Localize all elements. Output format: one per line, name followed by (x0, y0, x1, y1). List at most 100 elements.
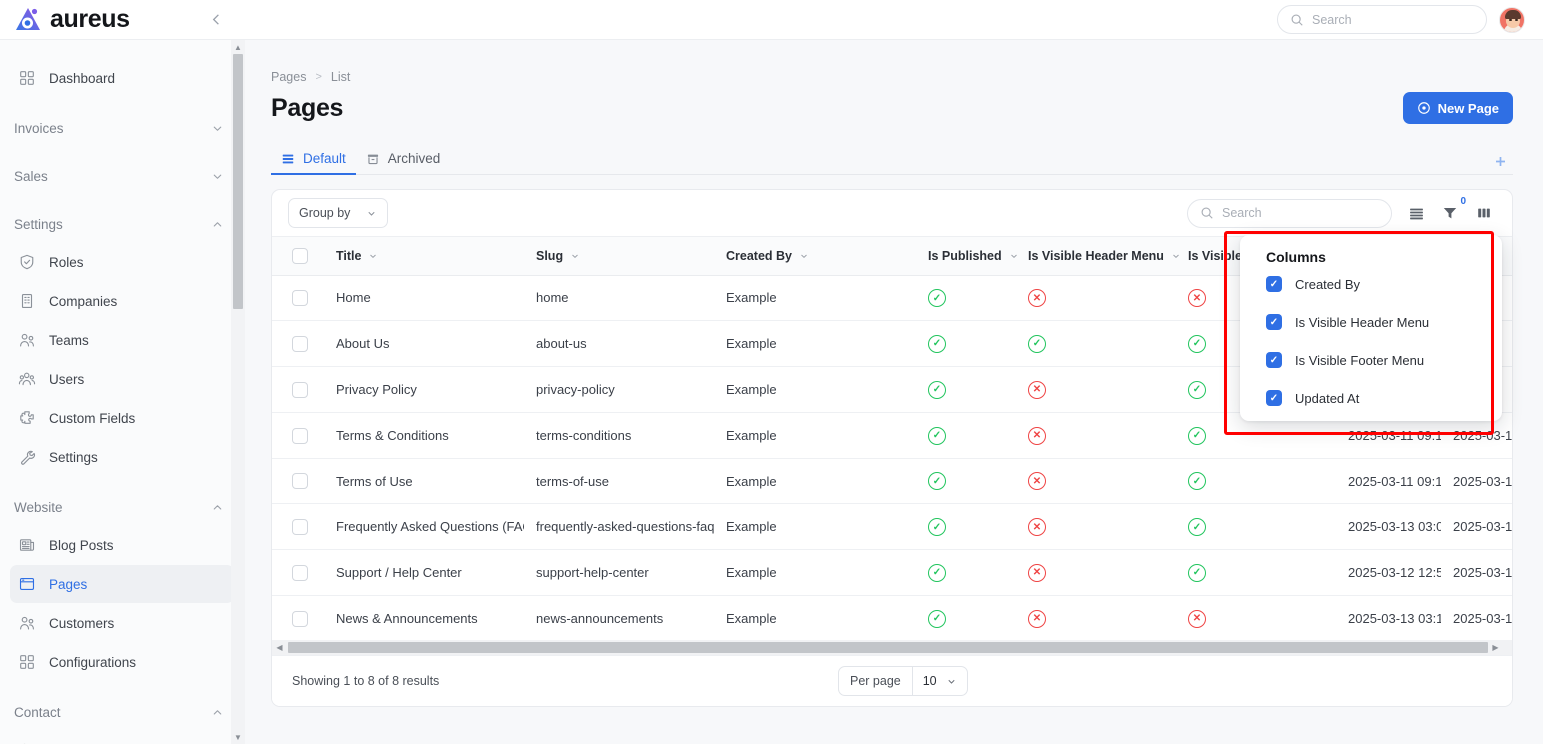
cell-is-published: ✓ (916, 458, 1016, 505)
group-by-dropdown[interactable]: Group by (288, 198, 389, 228)
scroll-down-arrow-icon[interactable]: ▼ (231, 730, 245, 744)
columns-button[interactable] (1474, 203, 1494, 223)
sidebar-item-contacts[interactable]: Contacts (10, 731, 234, 744)
sidebar-group-contact[interactable]: Contact (0, 694, 244, 730)
tab-default[interactable]: Default (271, 143, 356, 175)
columns-option-checkbox[interactable]: ✓ (1266, 390, 1282, 406)
chevron-up-icon (211, 501, 224, 514)
columns-option-checkbox[interactable]: ✓ (1266, 314, 1282, 330)
columns-option-checkbox[interactable]: ✓ (1266, 276, 1282, 292)
new-page-button[interactable]: New Page (1402, 92, 1513, 124)
add-tab-button[interactable] (1487, 148, 1513, 174)
sidebar-item-customers[interactable]: Customers (10, 604, 234, 642)
sidebar-item-label: Settings (49, 449, 98, 465)
cell-title: Frequently Asked Questions (FAQ) (324, 503, 524, 551)
th-title-label: Title (336, 248, 362, 263)
columns-dropdown-panel[interactable]: Columns ✓ Created By ✓ Is Visible Header Me… (1240, 235, 1502, 421)
sidebar-item-dashboard[interactable]: Dashboard (10, 59, 234, 97)
cell-select (272, 458, 324, 505)
sidebar-scroll-thumb[interactable] (233, 54, 243, 309)
cell-slug: news-announcements (524, 595, 714, 633)
per-page-selector[interactable]: Per page 10 (838, 666, 968, 696)
th-is-visible-header-menu[interactable]: Is Visible Header Menu (1016, 237, 1179, 276)
columns-option-created-by[interactable]: ✓ Created By (1240, 265, 1502, 303)
scroll-right-arrow-icon[interactable]: ▶ (1488, 640, 1503, 655)
sidebar-item-custom-fields[interactable]: Custom Fields (10, 399, 234, 437)
chevron-down-icon (570, 251, 580, 261)
sidebar-item-roles[interactable]: Roles (10, 243, 234, 281)
cell-is-published: ✓ (916, 503, 1016, 551)
brand-logo-area[interactable]: aureus (0, 5, 130, 35)
sidebar-item-pages[interactable]: Pages (10, 565, 234, 603)
cell-is-published: ✓ (916, 412, 1016, 459)
cell-select (272, 320, 324, 368)
table-horizontal-scrollbar[interactable]: ◀ ▶ (272, 640, 1512, 655)
filter-count-badge: 0 (1460, 196, 1466, 207)
check-circle-icon: ✓ (1188, 518, 1206, 537)
sidebar-group-settings[interactable]: Settings (0, 206, 244, 242)
sidebar-item-label: Custom Fields (49, 410, 136, 426)
row-checkbox[interactable] (292, 610, 308, 627)
table-row[interactable]: News & Announcements news-announcements Ex… (272, 595, 1512, 633)
scroll-up-arrow-icon[interactable]: ▲ (231, 40, 245, 54)
sidebar-item-companies[interactable]: Companies (10, 282, 234, 320)
row-checkbox[interactable] (292, 519, 308, 536)
th-created-by[interactable]: Created By (714, 237, 916, 276)
table-row[interactable]: Frequently Asked Questions (FAQ) frequent… (272, 503, 1512, 551)
table-row[interactable]: Support / Help Center support-help-center… (272, 549, 1512, 597)
row-density-button[interactable] (1406, 203, 1426, 223)
sidebar-group-website[interactable]: Website (0, 489, 244, 525)
columns-option-is-visible-footer-menu[interactable]: ✓ Is Visible Footer Menu (1240, 341, 1502, 379)
columns-option-checkbox[interactable]: ✓ (1266, 352, 1282, 368)
select-all-checkbox[interactable] (292, 247, 308, 264)
shield-check-icon (17, 253, 36, 272)
cell-footer-menu: ✕ (1176, 595, 1336, 633)
columns-option-is-visible-header-menu[interactable]: ✓ Is Visible Header Menu (1240, 303, 1502, 341)
building-icon (17, 292, 36, 311)
horizontal-scroll-thumb[interactable] (288, 642, 1488, 653)
th-slug[interactable]: Slug (524, 237, 714, 276)
cell-slug: about-us (524, 320, 714, 368)
sidebar-group-sales[interactable]: Sales (0, 158, 244, 194)
breadcrumb-root[interactable]: Pages (271, 70, 306, 84)
cell-is-published: ✓ (916, 595, 1016, 633)
table-search[interactable] (1187, 198, 1392, 228)
th-is-published[interactable]: Is Published (916, 237, 1017, 276)
sidebar-scrollbar[interactable]: ▲ ▼ (231, 40, 245, 744)
table-search-input[interactable] (1222, 206, 1367, 220)
row-checkbox[interactable] (292, 427, 308, 444)
sidebar-item-settings[interactable]: Settings (10, 438, 234, 476)
row-checkbox[interactable] (292, 473, 308, 490)
sidebar-group-invoices[interactable]: Invoices (0, 110, 244, 146)
columns-option-updated-at[interactable]: ✓ Updated At (1240, 379, 1502, 417)
filter-button[interactable]: 0 (1440, 196, 1466, 223)
sidebar-item-configurations[interactable]: Configurations (10, 643, 234, 681)
per-page-value[interactable]: 10 (911, 667, 967, 695)
scroll-left-arrow-icon[interactable]: ◀ (272, 640, 287, 655)
sidebar-item-users[interactable]: Users (10, 360, 234, 398)
tab-archived[interactable]: Archived (356, 143, 451, 174)
th-title[interactable]: Title (324, 237, 524, 276)
check-circle-icon: ✓ (928, 609, 946, 628)
row-checkbox[interactable] (292, 290, 308, 307)
cell-title: Home (324, 275, 524, 322)
global-search[interactable] (1277, 5, 1487, 34)
cell-header-menu: ✕ (1016, 458, 1176, 505)
cell-is-published: ✓ (916, 549, 1016, 597)
page-title: Pages (271, 93, 344, 122)
sidebar-collapse-button[interactable] (205, 8, 229, 32)
global-search-input[interactable] (1312, 12, 1462, 27)
columns-option-label: Created By (1295, 276, 1361, 292)
cell-title: About Us (324, 320, 524, 368)
chevron-down-icon (211, 122, 224, 135)
row-checkbox[interactable] (292, 381, 308, 398)
row-checkbox[interactable] (292, 564, 308, 581)
table-row[interactable]: Terms of Use terms-of-use Example ✓ ✕ ✓ 2025-0… (272, 458, 1512, 505)
sidebar-item-teams[interactable]: Teams (10, 321, 234, 359)
row-checkbox[interactable] (292, 335, 308, 352)
cell-select (272, 275, 324, 322)
user-avatar[interactable] (1499, 6, 1525, 33)
sidebar-item-blog-posts[interactable]: Blog Posts (10, 526, 234, 564)
